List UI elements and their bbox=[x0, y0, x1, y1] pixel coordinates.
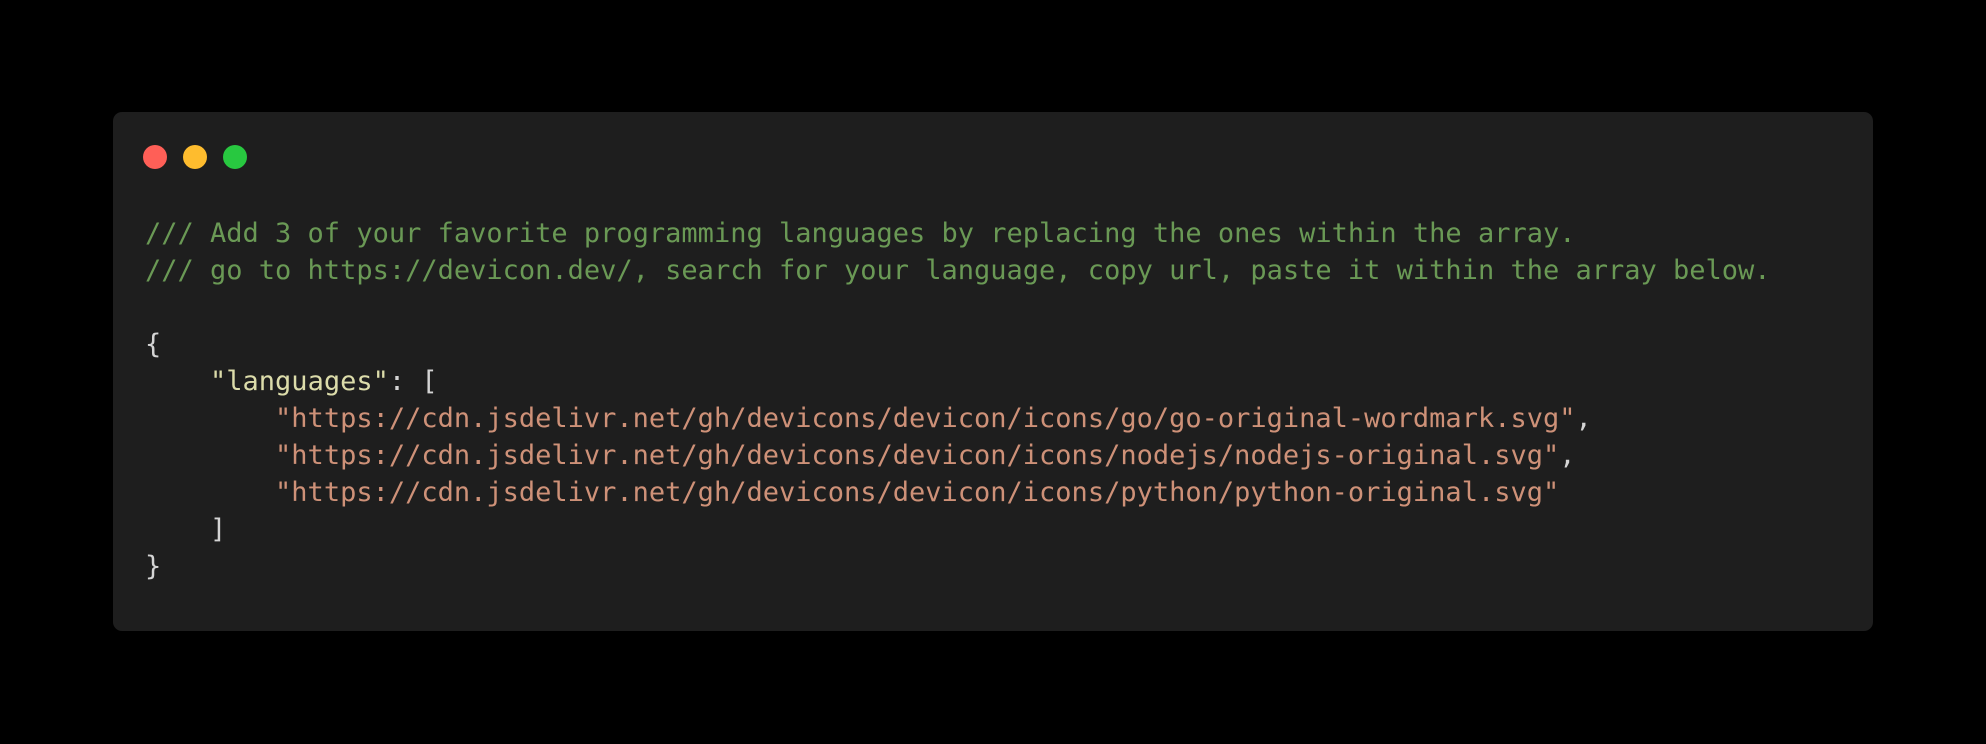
url-string-go: "https://cdn.jsdelivr.net/gh/devicons/de… bbox=[275, 403, 1576, 434]
comment-line-1: /// Add 3 of your favorite programming l… bbox=[145, 218, 1576, 249]
close-bracket-line: ] bbox=[145, 511, 1771, 548]
url-string-nodejs: "https://cdn.jsdelivr.net/gh/devicons/de… bbox=[275, 440, 1560, 471]
url-line-go: "https://cdn.jsdelivr.net/gh/devicons/de… bbox=[145, 400, 1771, 437]
zoom-dot-icon[interactable] bbox=[223, 145, 247, 169]
code-window: /// Add 3 of your favorite programming l… bbox=[113, 112, 1873, 631]
close-bracket: ] bbox=[210, 514, 227, 545]
url-line-python: "https://cdn.jsdelivr.net/gh/devicons/de… bbox=[145, 474, 1771, 511]
languages-key-line: "languages": [ bbox=[145, 363, 1771, 400]
languages-key: "languages" bbox=[210, 366, 389, 397]
close-brace: } bbox=[145, 551, 162, 582]
url-string-python: "https://cdn.jsdelivr.net/gh/devicons/de… bbox=[275, 477, 1560, 508]
open-brace: { bbox=[145, 329, 162, 360]
code-block: /// Add 3 of your favorite programming l… bbox=[145, 215, 1771, 585]
window-controls bbox=[143, 145, 247, 169]
comma: , bbox=[1575, 403, 1592, 434]
key-separator: : [ bbox=[388, 366, 438, 397]
url-line-nodejs: "https://cdn.jsdelivr.net/gh/devicons/de… bbox=[145, 437, 1771, 474]
close-dot-icon[interactable] bbox=[143, 145, 167, 169]
comment-line-2: /// go to https://devicon.dev/, search f… bbox=[145, 255, 1771, 286]
minimize-dot-icon[interactable] bbox=[183, 145, 207, 169]
comma: , bbox=[1559, 440, 1576, 471]
